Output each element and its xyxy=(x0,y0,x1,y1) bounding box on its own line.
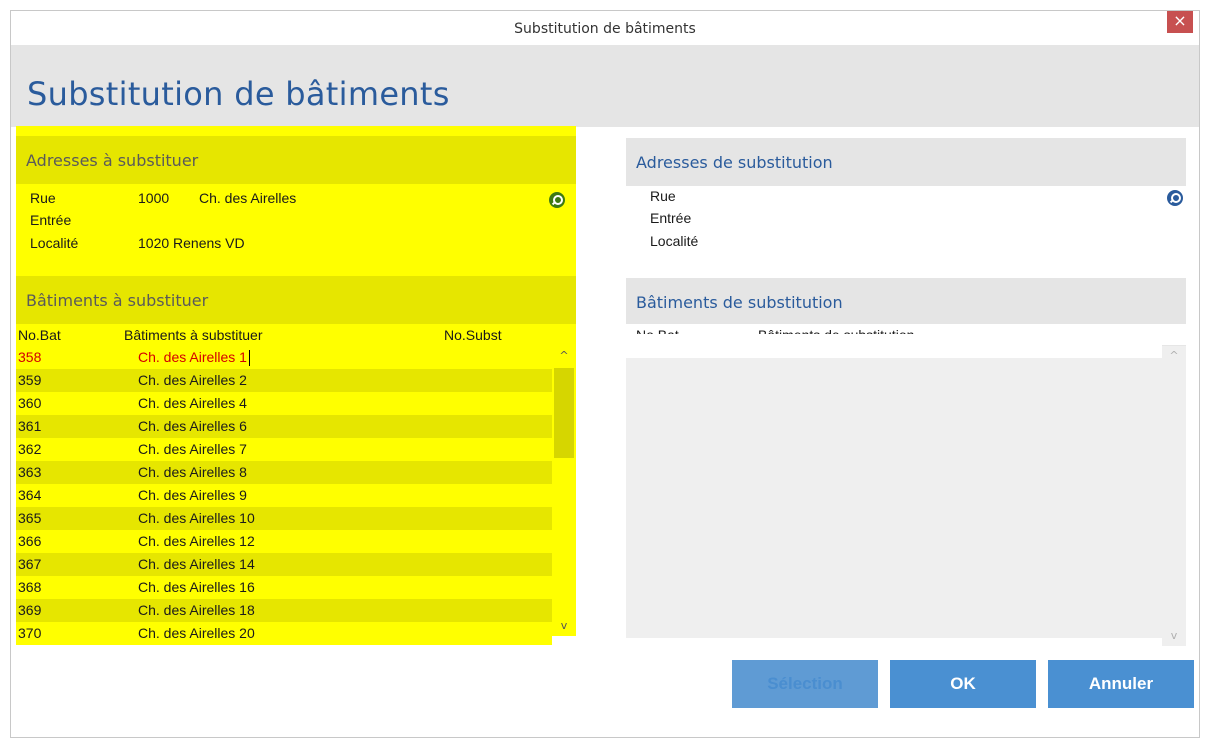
source-street-row: Rue 1000 Ch. des Airelles xyxy=(16,190,576,210)
target-address-title: Adresses de substitution xyxy=(636,153,833,172)
chevron-up-icon[interactable]: ^ xyxy=(552,346,576,366)
chevron-down-icon[interactable]: v xyxy=(1162,626,1186,646)
col-no-subst[interactable]: No.Subst xyxy=(444,327,502,343)
table-row[interactable]: 365 Ch. des Airelles 10 xyxy=(16,507,552,530)
table-row[interactable]: 367 Ch. des Airelles 14 xyxy=(16,553,552,576)
selection-button[interactable]: Sélection xyxy=(732,660,878,708)
locality-value: 1020 Renens VD xyxy=(138,235,245,251)
header-band: Substitution de bâtiments xyxy=(11,45,1199,127)
row-no-bat: 367 xyxy=(18,556,42,572)
street-label: Rue xyxy=(650,188,676,204)
close-button[interactable]: × xyxy=(1167,11,1193,33)
row-building-name: Ch. des Airelles 2 xyxy=(138,372,247,388)
source-locality-row: Localité 1020 Renens VD xyxy=(16,235,576,255)
source-buildings-list: 358 Ch. des Airelles 1 359 Ch. des Airelles… xyxy=(16,346,552,645)
row-building-name: Ch. des Airelles 16 xyxy=(138,579,255,595)
col-no-bat[interactable]: No.Bat xyxy=(18,327,61,343)
street-number: 1000 xyxy=(138,190,170,206)
row-no-bat: 364 xyxy=(18,487,42,503)
table-row[interactable]: 360 Ch. des Airelles 4 xyxy=(16,392,552,415)
row-no-bat: 368 xyxy=(18,579,42,595)
target-street-row: Rue xyxy=(626,188,1186,208)
table-row[interactable]: 368 Ch. des Airelles 16 xyxy=(16,576,552,599)
target-entry-row: Entrée xyxy=(626,210,1186,230)
row-building-name: Ch. des Airelles 14 xyxy=(138,556,255,572)
ok-button[interactable]: OK xyxy=(890,660,1036,708)
row-no-bat: 363 xyxy=(18,464,42,480)
source-buildings-header: Bâtiments à substituer xyxy=(16,276,576,324)
row-no-bat: 369 xyxy=(18,602,42,618)
target-buildings-header: Bâtiments de substitution xyxy=(626,278,1186,326)
target-list-row[interactable] xyxy=(626,334,1162,358)
row-no-bat: 366 xyxy=(18,533,42,549)
col-building[interactable]: Bâtiments à substituer xyxy=(124,327,263,343)
scroll-thumb[interactable] xyxy=(554,368,574,458)
table-row[interactable]: 366 Ch. des Airelles 12 xyxy=(16,530,552,553)
target-scrollbar[interactable]: ^ v xyxy=(1162,346,1186,646)
row-building-name: Ch. des Airelles 6 xyxy=(138,418,247,434)
row-building-name: Ch. des Airelles 18 xyxy=(138,602,255,618)
row-building-name: Ch. des Airelles 4 xyxy=(138,395,247,411)
row-building-name: Ch. des Airelles 12 xyxy=(138,533,255,549)
source-panel: Adresses à substituer Rue 1000 Ch. des A… xyxy=(16,126,576,645)
target-locality-row: Localité xyxy=(626,233,1186,253)
table-row[interactable]: 369 Ch. des Airelles 18 xyxy=(16,599,552,622)
row-building-name: Ch. des Airelles 8 xyxy=(138,464,247,480)
search-icon[interactable] xyxy=(549,192,565,208)
row-no-bat: 361 xyxy=(18,418,42,434)
row-building-name: Ch. des Airelles 7 xyxy=(138,441,247,457)
table-row[interactable]: 359 Ch. des Airelles 2 xyxy=(16,369,552,392)
window-title: Substitution de bâtiments xyxy=(514,21,696,37)
search-icon[interactable] xyxy=(1167,190,1183,206)
row-no-bat: 362 xyxy=(18,441,42,457)
chevron-up-icon[interactable]: ^ xyxy=(1162,346,1186,366)
row-no-bat: 360 xyxy=(18,395,42,411)
text-caret xyxy=(248,350,250,367)
chevron-down-icon[interactable]: v xyxy=(552,616,576,636)
row-building-name: Ch. des Airelles 9 xyxy=(138,487,247,503)
title-bar: Substitution de bâtiments × xyxy=(11,11,1199,45)
table-row[interactable]: 361 Ch. des Airelles 6 xyxy=(16,415,552,438)
row-no-bat: 365 xyxy=(18,510,42,526)
source-scrollbar[interactable]: ^ v xyxy=(552,346,576,636)
page-title: Substitution de bâtiments xyxy=(27,75,450,113)
table-row[interactable]: 370 Ch. des Airelles 20 xyxy=(16,622,552,645)
table-row[interactable]: 358 Ch. des Airelles 1 xyxy=(16,346,552,369)
close-icon: × xyxy=(1173,11,1187,30)
source-entry-row: Entrée xyxy=(16,212,576,232)
source-address-title: Adresses à substituer xyxy=(26,151,199,170)
target-address-header: Adresses de substitution xyxy=(626,138,1186,186)
target-buildings-list[interactable] xyxy=(626,358,1162,638)
cancel-button[interactable]: Annuler xyxy=(1048,660,1194,708)
row-no-bat: 358 xyxy=(18,349,42,365)
street-name: Ch. des Airelles xyxy=(199,190,297,206)
row-building-name: Ch. des Airelles 10 xyxy=(138,510,255,526)
row-building-name: Ch. des Airelles 1 xyxy=(138,349,250,367)
locality-label: Localité xyxy=(650,233,699,249)
table-row[interactable]: 363 Ch. des Airelles 8 xyxy=(16,461,552,484)
target-buildings-title: Bâtiments de substitution xyxy=(636,293,843,312)
row-building-name: Ch. des Airelles 20 xyxy=(138,625,255,641)
row-no-bat: 370 xyxy=(18,625,42,641)
table-row[interactable]: 364 Ch. des Airelles 9 xyxy=(16,484,552,507)
entry-label: Entrée xyxy=(30,212,72,228)
entry-label: Entrée xyxy=(650,210,692,226)
source-address-header: Adresses à substituer xyxy=(16,136,576,184)
source-column-header: No.Bat Bâtiments à substituer No.Subst xyxy=(16,324,576,346)
source-buildings-title: Bâtiments à substituer xyxy=(26,291,209,310)
street-label: Rue xyxy=(30,190,56,206)
row-no-bat: 359 xyxy=(18,372,42,388)
table-row[interactable]: 362 Ch. des Airelles 7 xyxy=(16,438,552,461)
target-panel: Adresses de substitution Rue Entrée Loca… xyxy=(626,128,1186,646)
locality-label: Localité xyxy=(30,235,79,251)
